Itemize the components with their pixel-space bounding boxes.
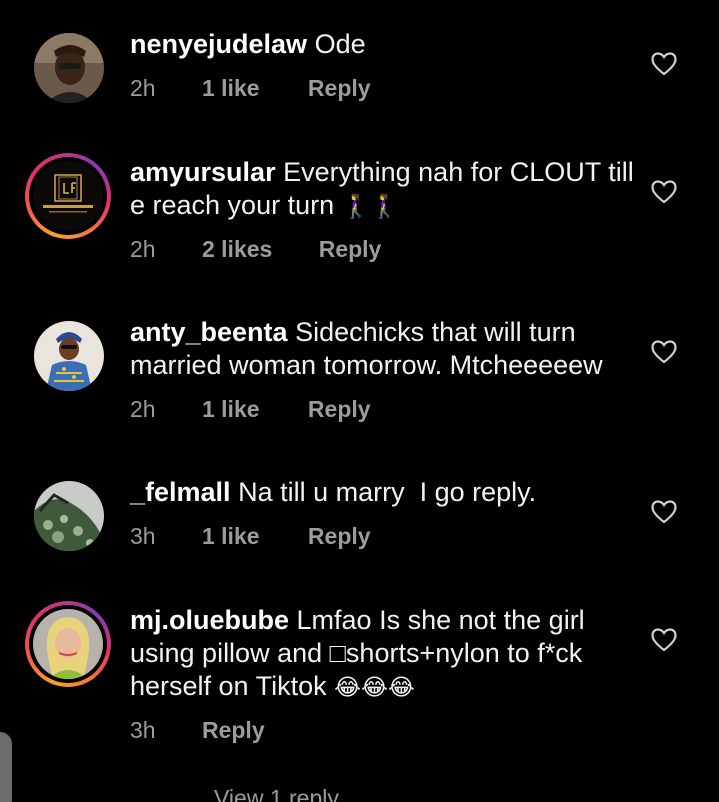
heart-outline-icon[interactable] [651, 500, 677, 524]
reply-button[interactable]: Reply [308, 521, 371, 551]
comment-text: Ode [314, 29, 366, 59]
reply-button[interactable]: Reply [319, 234, 382, 264]
comment-time: 2h [130, 75, 156, 101]
laughing-emoji: 😂😂😂 [334, 674, 415, 700]
comment-username[interactable]: anty_beenta [130, 317, 288, 347]
comment-time: 2h [130, 396, 156, 422]
comment-likes[interactable]: 1 like [202, 73, 260, 103]
heart-outline-icon[interactable] [651, 628, 677, 652]
walking-woman-emoji: 🚶‍♀️🚶‍♀️ [341, 193, 399, 219]
comment-likes[interactable]: 2 likes [202, 234, 272, 264]
avatar[interactable] [34, 33, 104, 103]
comment-text: Na till u marry I go reply. [238, 477, 537, 507]
heart-outline-icon[interactable] [651, 52, 677, 76]
comment-username[interactable]: amyursular [130, 157, 276, 187]
comment-time: 3h [130, 717, 156, 743]
avatar[interactable] [25, 153, 111, 239]
comment-time: 2h [130, 236, 156, 262]
comment-likes[interactable]: 1 like [202, 394, 260, 424]
reply-button[interactable]: Reply [202, 715, 265, 745]
view-replies-button[interactable]: View 1 reply [130, 782, 339, 802]
avatar[interactable] [25, 601, 111, 687]
avatar[interactable] [34, 481, 104, 551]
avatar[interactable] [34, 321, 104, 391]
reply-button[interactable]: Reply [308, 73, 371, 103]
reply-button[interactable]: Reply [308, 394, 371, 424]
comments-list: nenyejudelaw Ode 2h 1 like Reply amyursu… [0, 0, 719, 802]
comment-likes[interactable]: 1 like [202, 521, 260, 551]
comment-username[interactable]: mj.oluebube [130, 605, 289, 635]
comment-username[interactable]: nenyejudelaw [130, 29, 307, 59]
comment-username[interactable]: _felmall [130, 477, 231, 507]
view-replies-label: View 1 reply [214, 785, 339, 802]
heart-outline-icon[interactable] [651, 180, 677, 204]
edge-swipe-handle[interactable] [0, 732, 12, 802]
heart-outline-icon[interactable] [651, 340, 677, 364]
comment-time: 3h [130, 523, 156, 549]
